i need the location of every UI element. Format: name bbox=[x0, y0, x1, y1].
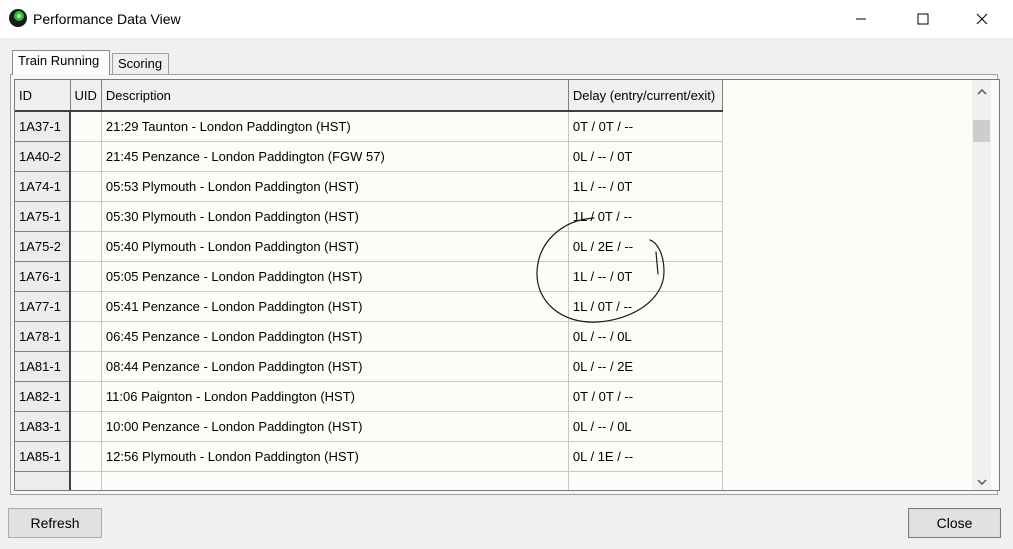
cell-id: 1A76-1 bbox=[15, 261, 71, 292]
cell-id: 1A77-1 bbox=[15, 291, 71, 322]
cell-id: 1A81-1 bbox=[15, 351, 71, 382]
cell-delay: 0T / 0T / -- bbox=[568, 111, 723, 142]
cell-delay: 0L / -- / 2E bbox=[568, 351, 723, 382]
cell-uid bbox=[70, 411, 102, 442]
cell-id: 1A85-1 bbox=[15, 441, 71, 472]
scroll-up-button[interactable] bbox=[972, 82, 991, 102]
maximize-button[interactable] bbox=[900, 0, 946, 38]
scroll-down-button[interactable] bbox=[972, 472, 991, 492]
column-header-uid[interactable]: UID bbox=[70, 80, 102, 112]
table-row[interactable]: 1A75-1 05:30 Plymouth - London Paddington… bbox=[15, 201, 723, 232]
title-bar[interactable]: Performance Data View bbox=[0, 0, 1013, 38]
window-title: Performance Data View bbox=[33, 11, 181, 27]
cell-delay: 0L / -- / 0T bbox=[568, 141, 723, 172]
cell-uid bbox=[70, 261, 102, 292]
minimize-button[interactable] bbox=[838, 0, 884, 38]
cell-description: 10:00 Penzance - London Paddington (HST) bbox=[101, 411, 569, 442]
chevron-down-icon bbox=[977, 479, 986, 485]
cell-delay bbox=[568, 471, 723, 490]
column-header-delay[interactable]: Delay (entry/current/exit) bbox=[568, 80, 723, 112]
cell-description: 11:06 Paignton - London Paddington (HST) bbox=[101, 381, 569, 412]
cell-description: 05:30 Plymouth - London Paddington (HST) bbox=[101, 201, 569, 232]
cell-delay: 1L / -- / 0T bbox=[568, 261, 723, 292]
cell-uid bbox=[70, 381, 102, 412]
table-row[interactable]: 1A85-1 12:56 Plymouth - London Paddington… bbox=[15, 441, 723, 472]
cell-description: 08:44 Penzance - London Paddington (HST) bbox=[101, 351, 569, 382]
cell-delay: 1L / 0T / -- bbox=[568, 291, 723, 322]
cell-id: 1A82-1 bbox=[15, 381, 71, 412]
cell-uid bbox=[70, 111, 102, 142]
cell-id: 1A40-2 bbox=[15, 141, 71, 172]
cell-uid bbox=[70, 441, 102, 472]
cell-id: 1A74-1 bbox=[15, 171, 71, 202]
tab-scoring[interactable]: Scoring bbox=[112, 53, 169, 75]
cell-description: 06:45 Penzance - London Paddington (HST) bbox=[101, 321, 569, 352]
cell-id: 1A75-2 bbox=[15, 231, 71, 262]
train-app-icon bbox=[9, 9, 27, 27]
cell-uid bbox=[70, 321, 102, 352]
cell-delay: 0L / 1E / -- bbox=[568, 441, 723, 472]
cell-id: 1A75-1 bbox=[15, 201, 71, 232]
column-header-id[interactable]: ID bbox=[15, 80, 71, 112]
table-row[interactable]: 1A37-1 21:29 Taunton - London Paddington … bbox=[15, 111, 723, 142]
cell-description: 05:05 Penzance - London Paddington (HST) bbox=[101, 261, 569, 292]
cell-description: 12:56 Plymouth - London Paddington (HST) bbox=[101, 441, 569, 472]
table-row[interactable]: 1A82-1 11:06 Paignton - London Paddington… bbox=[15, 381, 723, 412]
cell-id: 1A37-1 bbox=[15, 111, 71, 142]
maximize-icon bbox=[917, 13, 929, 25]
grid-header-row: ID UID Description Delay (entry/current/… bbox=[15, 80, 723, 112]
vertical-scrollbar[interactable] bbox=[972, 80, 991, 490]
table-row[interactable]: 1A77-1 05:41 Penzance - London Paddington… bbox=[15, 291, 723, 322]
table-row[interactable]: 1A75-2 05:40 Plymouth - London Paddington… bbox=[15, 231, 723, 262]
cell-id: 1A83-1 bbox=[15, 411, 71, 442]
cell-delay: 0T / 0T / -- bbox=[568, 381, 723, 412]
cell-uid bbox=[70, 231, 102, 262]
table-row[interactable]: 1A40-2 21:45 Penzance - London Paddington… bbox=[15, 141, 723, 172]
cell-id: 1A78-1 bbox=[15, 321, 71, 352]
cell-description: 21:29 Taunton - London Paddington (HST) bbox=[101, 111, 569, 142]
close-button[interactable]: Close bbox=[908, 508, 1001, 538]
close-icon bbox=[976, 13, 988, 25]
column-header-description[interactable]: Description bbox=[101, 80, 569, 112]
cell-delay: 0L / 2E / -- bbox=[568, 231, 723, 262]
scroll-thumb[interactable] bbox=[973, 120, 990, 142]
cell-description: 21:45 Penzance - London Paddington (FGW … bbox=[101, 141, 569, 172]
table-row[interactable]: 1A76-1 05:05 Penzance - London Paddington… bbox=[15, 261, 723, 292]
table-row[interactable] bbox=[15, 471, 723, 490]
data-grid[interactable]: ID UID Description Delay (entry/current/… bbox=[14, 79, 1000, 491]
cell-uid bbox=[70, 171, 102, 202]
tab-train-running[interactable]: Train Running bbox=[12, 50, 110, 75]
cell-uid bbox=[70, 291, 102, 322]
cell-delay: 1L / 0T / -- bbox=[568, 201, 723, 232]
cell-description: 05:53 Plymouth - London Paddington (HST) bbox=[101, 171, 569, 202]
cell-delay: 0L / -- / 0L bbox=[568, 411, 723, 442]
table-row[interactable]: 1A83-1 10:00 Penzance - London Paddington… bbox=[15, 411, 723, 442]
table-row[interactable]: 1A78-1 06:45 Penzance - London Paddington… bbox=[15, 321, 723, 352]
close-window-button[interactable] bbox=[959, 0, 1005, 38]
cell-uid bbox=[70, 351, 102, 382]
cell-delay: 0L / -- / 0L bbox=[568, 321, 723, 352]
minimize-icon bbox=[856, 18, 866, 20]
cell-description: 05:41 Penzance - London Paddington (HST) bbox=[101, 291, 569, 322]
table-row[interactable]: 1A81-1 08:44 Penzance - London Paddington… bbox=[15, 351, 723, 382]
table-row[interactable]: 1A74-1 05:53 Plymouth - London Paddington… bbox=[15, 171, 723, 202]
cell-description: 05:40 Plymouth - London Paddington (HST) bbox=[101, 231, 569, 262]
cell-uid bbox=[70, 471, 102, 490]
chevron-up-icon bbox=[977, 89, 986, 95]
cell-id bbox=[15, 471, 71, 490]
cell-delay: 1L / -- / 0T bbox=[568, 171, 723, 202]
refresh-button[interactable]: Refresh bbox=[8, 508, 102, 538]
cell-uid bbox=[70, 201, 102, 232]
cell-uid bbox=[70, 141, 102, 172]
cell-description bbox=[101, 471, 569, 490]
